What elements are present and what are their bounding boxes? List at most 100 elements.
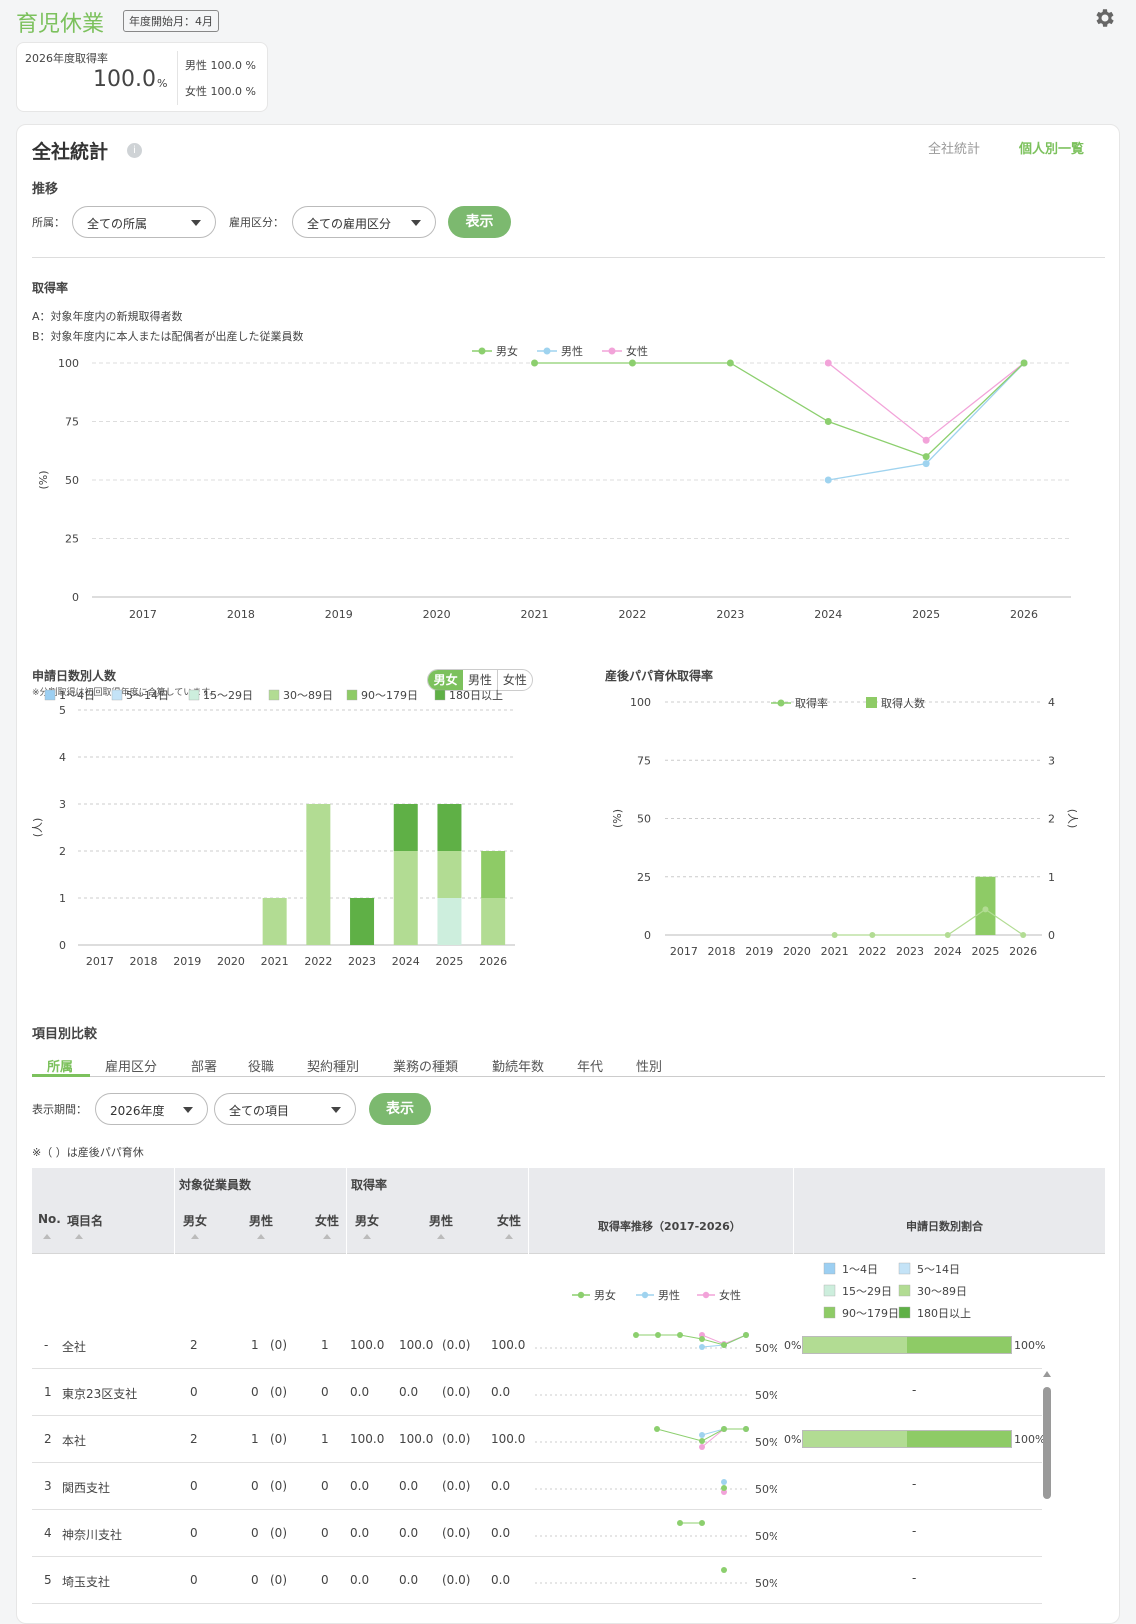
table-row[interactable]: -全社21(0)1100.0100.0(0.0)100.050%0%100% bbox=[32, 1322, 1046, 1369]
sparkline-50-label: 50% bbox=[755, 1577, 777, 1590]
scroll-up-arrow[interactable] bbox=[1043, 1371, 1051, 1377]
toggle-female[interactable]: 女性 bbox=[498, 670, 532, 690]
th-target-female[interactable]: 女性 bbox=[315, 1212, 339, 1229]
tab-individual-list[interactable]: 個人別一覧 bbox=[1019, 138, 1084, 157]
chevron-down-icon bbox=[183, 1107, 193, 1113]
cell-t_all: 0 bbox=[190, 1479, 198, 1493]
sparkline-point bbox=[721, 1342, 727, 1348]
cell-no: 4 bbox=[44, 1526, 52, 1540]
table-row[interactable]: 4 神奈川支社 0 0 (0) 0 0.0 0.0 (0.0) 0.0 50% - bbox=[32, 1510, 1042, 1557]
compare-show-button[interactable]: 表示 bbox=[369, 1093, 431, 1125]
cell-r_male_p: (0.0) bbox=[442, 1338, 471, 1352]
y-axis-label: (%) bbox=[611, 809, 624, 828]
th-rate-male[interactable]: 男性 bbox=[429, 1212, 453, 1229]
sort-icon[interactable] bbox=[505, 1234, 513, 1239]
th-rate-all[interactable]: 男女 bbox=[355, 1212, 379, 1229]
sparkline-point bbox=[654, 1426, 660, 1432]
table-row[interactable]: 1 東京23区支社 0 0 (0) 0 0.0 0.0 (0.0) 0.0 50% - bbox=[32, 1369, 1042, 1416]
x-tick-label: 2018 bbox=[708, 945, 736, 958]
compare-tab[interactable]: 役職 bbox=[248, 1056, 274, 1075]
sort-icon[interactable] bbox=[437, 1234, 445, 1239]
legend-label: 1〜4日 bbox=[842, 1263, 878, 1276]
cell-t_male: 0 bbox=[251, 1479, 259, 1493]
rate-note-b: B：対象年度内に本人または配偶者が出産した従業員数 bbox=[32, 330, 304, 343]
data-point bbox=[531, 359, 539, 367]
divider bbox=[793, 1168, 794, 1254]
legend-label: 男女 bbox=[594, 1288, 616, 1302]
bar-100-label: 100% bbox=[1014, 1339, 1046, 1352]
bar-segment-2021 bbox=[262, 898, 287, 945]
cell-t_male: 0 bbox=[251, 1573, 259, 1587]
data-point bbox=[922, 460, 930, 468]
data-point bbox=[726, 359, 734, 367]
compare-tab[interactable]: 部署 bbox=[191, 1056, 217, 1075]
sort-icon[interactable] bbox=[363, 1234, 371, 1239]
summary-label: 2026年度取得率 bbox=[25, 52, 108, 65]
table-row[interactable]: 5 埼玉支社 0 0 (0) 0 0.0 0.0 (0.0) 0.0 50% - bbox=[32, 1557, 1042, 1604]
th-no[interactable]: No. bbox=[38, 1212, 61, 1226]
sort-icon[interactable] bbox=[323, 1234, 331, 1239]
active-tab-indicator bbox=[32, 1074, 90, 1077]
y-tick-label: 0 bbox=[59, 939, 66, 952]
sort-icon[interactable] bbox=[43, 1234, 51, 1239]
sparkline-point bbox=[633, 1332, 639, 1338]
dept-select[interactable]: 全ての所属 bbox=[72, 206, 216, 238]
sparkline-point bbox=[743, 1426, 749, 1432]
tab-company-stats[interactable]: 全社統計 bbox=[928, 138, 980, 157]
item-select[interactable]: 全ての項目 bbox=[214, 1093, 356, 1125]
table-row[interactable]: 2本社21(0)1100.0100.0(0.0)100.050%0%100% bbox=[32, 1416, 1045, 1463]
x-tick-label: 2022 bbox=[618, 608, 646, 621]
th-target-male[interactable]: 男性 bbox=[249, 1212, 273, 1229]
gear-icon[interactable] bbox=[1093, 6, 1117, 33]
sort-icon[interactable] bbox=[75, 1234, 83, 1239]
main-card: 全社統計 i 全社統計 個人別一覧 推移 所属： 全ての所属 雇用区分： 全ての… bbox=[16, 124, 1120, 1624]
toggle-male[interactable]: 男性 bbox=[463, 670, 498, 690]
th-ratio: 申請日数別割合 bbox=[906, 1220, 983, 1233]
sort-icon[interactable] bbox=[257, 1234, 265, 1239]
th-rate-female[interactable]: 女性 bbox=[497, 1212, 521, 1229]
trend-sparkline: 50% bbox=[535, 1332, 777, 1355]
compare-tab[interactable]: 性別 bbox=[636, 1056, 662, 1075]
cell-t_all: 0 bbox=[190, 1526, 198, 1540]
legend-label: 180日以上 bbox=[917, 1307, 971, 1320]
sort-icon[interactable] bbox=[191, 1234, 199, 1239]
compare-tab[interactable]: 業務の種類 bbox=[393, 1056, 458, 1075]
cell-r_female: 0.0 bbox=[491, 1479, 511, 1493]
compare-tab[interactable]: 勤続年数 bbox=[492, 1056, 544, 1075]
legend-swatch bbox=[898, 1262, 911, 1275]
table-row[interactable]: 3 関西支社 0 0 (0) 0 0.0 0.0 (0.0) 0.0 50% - bbox=[32, 1463, 1042, 1510]
show-button[interactable]: 表示 bbox=[448, 206, 511, 238]
scrollbar-thumb[interactable] bbox=[1043, 1387, 1051, 1499]
toggle-all[interactable]: 男女 bbox=[428, 670, 464, 690]
series-line-男女 bbox=[534, 362, 1025, 458]
compare-tab[interactable]: 雇用区分 bbox=[105, 1056, 157, 1075]
cell-no: - bbox=[44, 1338, 49, 1352]
x-tick-label: 2025 bbox=[912, 608, 940, 621]
period-label: 表示期間： bbox=[32, 1103, 87, 1116]
gender-toggle: 男女 男性 女性 bbox=[427, 669, 533, 691]
chevron-down-icon bbox=[411, 220, 421, 226]
summary-unit: % bbox=[157, 77, 168, 90]
th-name[interactable]: 項目名 bbox=[67, 1212, 103, 1229]
cell-name: 埼玉支社 bbox=[62, 1575, 111, 1589]
x-tick-label: 2021 bbox=[261, 955, 289, 968]
compare-tab[interactable]: 所属 bbox=[47, 1056, 73, 1075]
bar-segment bbox=[803, 1337, 907, 1353]
compare-tab[interactable]: 契約種別 bbox=[307, 1056, 359, 1075]
legend-swatch bbox=[823, 1262, 836, 1275]
x-tick-label: 2023 bbox=[348, 955, 376, 968]
legend-swatch bbox=[823, 1284, 836, 1297]
th-target-all[interactable]: 男女 bbox=[183, 1212, 207, 1229]
cell-t_all: 0 bbox=[190, 1573, 198, 1587]
sparkline-50-label: 50% bbox=[755, 1342, 777, 1355]
days-title: 申請日数別人数 bbox=[32, 669, 117, 683]
info-icon[interactable]: i bbox=[127, 143, 142, 158]
data-point bbox=[824, 418, 832, 425]
cell-t_all: 0 bbox=[190, 1385, 198, 1399]
compare-tab[interactable]: 年代 bbox=[577, 1056, 603, 1075]
period-select[interactable]: 2026年度 bbox=[95, 1093, 208, 1125]
sparkline-point bbox=[699, 1444, 705, 1450]
sparkline-point bbox=[699, 1432, 705, 1438]
cell-t_female: 0 bbox=[321, 1479, 329, 1493]
employment-select[interactable]: 全ての雇用区分 bbox=[292, 206, 436, 238]
